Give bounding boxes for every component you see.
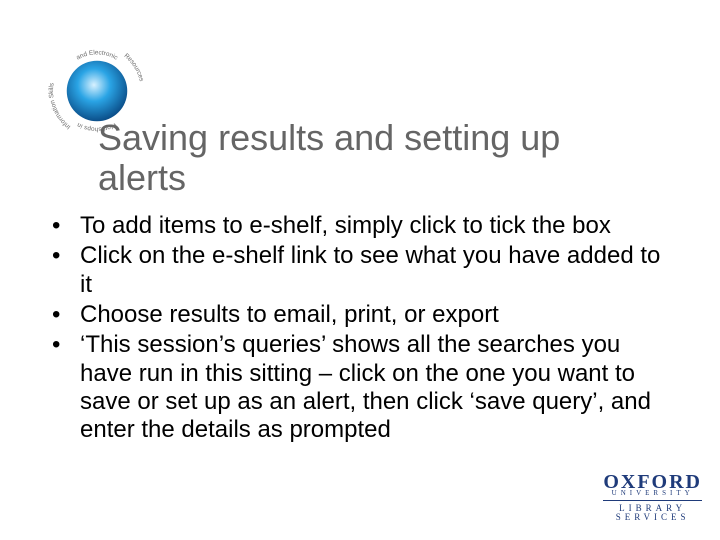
bullet-list: To add items to e-shelf, simply click to… — [40, 212, 670, 447]
list-item: Click on the e-shelf link to see what yo… — [70, 242, 670, 299]
list-item: ‘This session’s queries’ shows all the s… — [70, 331, 670, 444]
slide-title: Saving results and setting up alerts — [98, 118, 650, 197]
list-item: To add items to e-shelf, simply click to… — [70, 212, 670, 240]
footer-divider — [603, 500, 702, 501]
svg-text:and Electronic: and Electronic — [75, 49, 119, 62]
slide: and Electronic Resources Information Ski… — [0, 0, 720, 540]
oxford-library-services-logo: OXFORD UNIVERSITY LIBRARY SERVICES — [603, 472, 702, 522]
logo-text-top: and Electronic — [75, 49, 119, 62]
footer-university: UNIVERSITY — [603, 490, 702, 497]
logo-text-right: Resources — [123, 52, 145, 82]
list-item: Choose results to email, print, or expor… — [70, 301, 670, 329]
footer-services: SERVICES — [603, 513, 702, 522]
svg-text:Resources: Resources — [123, 52, 145, 82]
